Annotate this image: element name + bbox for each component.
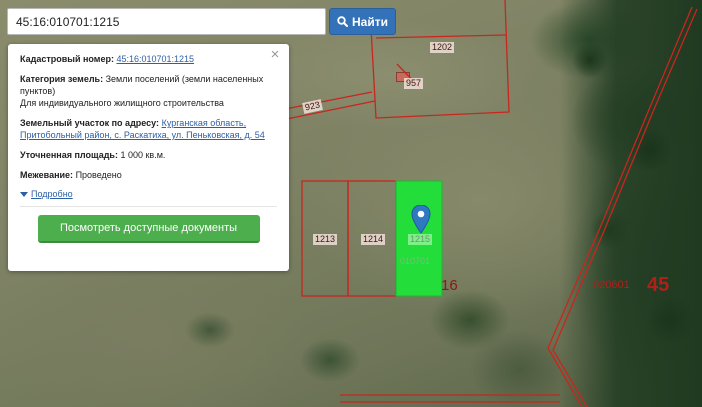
parcel-label-1213: 1213 (313, 234, 338, 245)
district-label: 45 (647, 274, 670, 296)
address-label: Земельный участок по адресу: (20, 118, 160, 128)
survey-row: Межевание: Проведено (20, 169, 277, 181)
parcel-label-957: 957 (404, 78, 424, 89)
parcel-label-1202: 1202 (430, 42, 455, 53)
search-icon (337, 16, 348, 27)
quarter-boundary-bottom-inner (552, 349, 588, 407)
land-category-row: Категория земель: Земли поселений (земли… (20, 73, 277, 109)
quarter-label-010701: 010701 (400, 256, 431, 266)
search-button[interactable]: Найти (329, 8, 396, 35)
land-category-label: Категория земель: (20, 74, 104, 84)
selected-parcel-suffix: 16 (441, 277, 458, 294)
details-toggle[interactable]: Подробно (20, 188, 277, 200)
area-value: 1 000 кв.м. (120, 150, 166, 160)
survey-label: Межевание: (20, 170, 74, 180)
details-link[interactable]: Подробно (31, 188, 73, 200)
parcel-info-popup: × Кадастровый номер: 45:16:010701:1215 К… (8, 44, 289, 271)
parcel-label-1215: 1215 (408, 234, 433, 245)
close-icon[interactable]: × (268, 47, 282, 62)
parcel-label-1214: 1214 (361, 234, 386, 245)
parcel-1202-divider (375, 34, 507, 39)
land-usage-value: Для индивидуального жилищного строительс… (20, 98, 224, 108)
cadastral-search-input[interactable] (7, 8, 326, 35)
quarter-boundary-inner (552, 8, 698, 351)
triangle-down-icon (20, 191, 28, 197)
search-button-label: Найти (352, 14, 388, 29)
quarter-label-020601: 020601 (593, 279, 630, 291)
area-label: Уточненная площадь: (20, 150, 118, 160)
quarter-boundary (547, 6, 693, 349)
map-marker-icon[interactable] (411, 205, 431, 235)
survey-value: Проведено (75, 170, 122, 180)
view-documents-button[interactable]: Посмотреть доступные документы (37, 215, 260, 243)
address-row: Земельный участок по адресу: Курганская … (20, 117, 277, 141)
area-row: Уточненная площадь: 1 000 кв.м. (20, 149, 277, 161)
cadastral-number-label: Кадастровый номер: (20, 54, 114, 64)
popup-divider (20, 206, 277, 207)
cadastral-number-link[interactable]: 45:16:010701:1215 (116, 54, 194, 64)
quarter-boundary-bottom (547, 347, 583, 407)
cadastral-number-row: Кадастровый номер: 45:16:010701:1215 (20, 53, 277, 65)
